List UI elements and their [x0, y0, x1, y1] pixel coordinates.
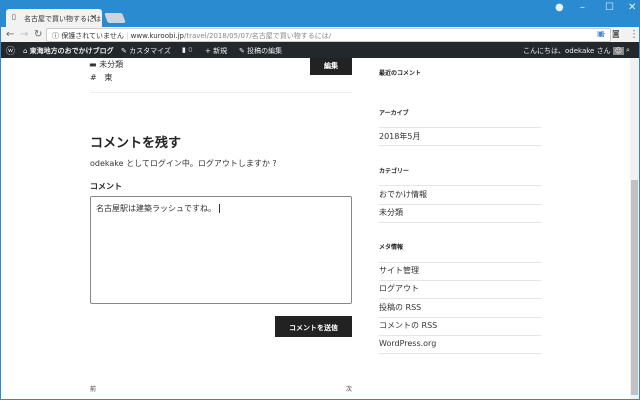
wordpress-logo-icon[interactable]: ⓦ: [6, 44, 15, 57]
url-host: www.kuroobi.jp: [130, 32, 184, 40]
recent-comments-title: 最近のコメント: [379, 70, 422, 77]
forward-icon[interactable]: →: [20, 29, 28, 40]
comments-link[interactable]: ▮ 0: [182, 46, 193, 54]
categories-title: カテゴリー: [379, 168, 410, 175]
address-bar[interactable]: ⓘ 保護されていません | www.kuroobi.jp/travel/2018…: [46, 28, 611, 42]
account-link[interactable]: こんにちは、odekake さん ☺: [523, 46, 625, 56]
meta-title: メタ情報: [379, 244, 404, 251]
archive-item[interactable]: 2018年5月: [379, 131, 420, 142]
scrollbar[interactable]: [630, 58, 639, 399]
post-tag[interactable]: # 東: [90, 72, 112, 83]
page-icon: ▯: [12, 13, 16, 21]
close-window-button[interactable]: ✕: [628, 2, 636, 13]
new-link[interactable]: + 新規: [205, 46, 227, 56]
reload-icon[interactable]: ↻: [34, 29, 42, 40]
scrollbar-thumb[interactable]: [631, 180, 638, 395]
next-post-link[interactable]: 次: [346, 384, 352, 393]
extension-icon[interactable]: ▣: [597, 29, 605, 38]
prev-post-link[interactable]: 前: [90, 384, 96, 393]
text-cursor: [219, 204, 223, 213]
logged-in-text[interactable]: odekake としてログイン中。ログアウトしますか ?: [90, 158, 277, 169]
archive-title: アーカイブ: [379, 110, 409, 117]
comment-text: 名古屋駅は建築ラッシュですね。: [96, 204, 216, 213]
category-item[interactable]: 未分類: [379, 207, 403, 218]
site-name: 東海地方のおでかけブログ: [29, 47, 114, 55]
edit-post-link[interactable]: ✎ 投稿の編集: [239, 46, 282, 56]
greeting: こんにちは、odekake さん: [523, 47, 611, 55]
close-tab-icon[interactable]: ✕: [90, 13, 97, 22]
meta-item[interactable]: 投稿の RSS: [379, 302, 421, 313]
comment-label: コメント: [90, 182, 122, 191]
security-warning: 保護されていません: [61, 32, 124, 40]
category-label: 未分類: [99, 60, 124, 69]
profile-icon[interactable]: ●: [555, 2, 564, 13]
customize-label: カスタマイズ: [129, 47, 171, 55]
post-category[interactable]: ▬ 未分類: [89, 59, 123, 70]
customize-link[interactable]: ✎ カスタマイズ: [121, 46, 171, 56]
maximize-button[interactable]: ☐: [605, 2, 614, 13]
minimize-button[interactable]: –: [580, 2, 585, 13]
new-tab-button[interactable]: [104, 13, 126, 23]
avatar: ☺: [612, 47, 625, 55]
meta-item[interactable]: サイト管理: [379, 265, 419, 276]
site-name-link[interactable]: ⌂ 東海地方のおでかけブログ: [23, 46, 114, 56]
edit-post-label: 投稿の編集: [247, 47, 283, 55]
comment-heading: コメントを残す: [90, 136, 182, 151]
edit-button[interactable]: 編集: [310, 58, 352, 75]
divider: [90, 92, 352, 93]
tag-label: 東: [104, 73, 113, 82]
meta-item[interactable]: ログアウト: [379, 283, 419, 294]
browser-toolbar: ← → ↻ ⓘ 保護されていません | www.kuroobi.jp/trave…: [1, 27, 639, 43]
search-icon[interactable]: ⌕: [626, 46, 630, 55]
url-path: /travel/2018/05/07/名古屋で買い物するには/: [183, 32, 332, 40]
comments-count: 0: [188, 46, 193, 54]
camera-icon[interactable]: ◙: [612, 29, 620, 38]
menu-icon[interactable]: ⋮: [629, 29, 639, 40]
back-icon[interactable]: ←: [6, 29, 14, 40]
meta-item[interactable]: コメントの RSS: [379, 320, 437, 331]
new-label: 新規: [213, 47, 228, 55]
browser-tab[interactable]: ▯ 名古屋で買い物するには – ✕: [6, 9, 102, 28]
submit-comment-button[interactable]: コメントを送信: [275, 316, 352, 337]
page-content: ▬ 未分類 # 東 編集 コメントを残す odekake としてログイン中。ログ…: [1, 58, 630, 399]
wp-admin-bar: ⓦ ⌂ 東海地方のおでかけブログ ✎ カスタマイズ ▮ 0 + 新規 ✎ 投稿の…: [1, 42, 639, 58]
meta-item[interactable]: WordPress.org: [379, 339, 436, 348]
category-item[interactable]: おでかけ情報: [379, 189, 427, 200]
comment-textarea[interactable]: 名古屋駅は建築ラッシュですね。: [90, 196, 352, 304]
